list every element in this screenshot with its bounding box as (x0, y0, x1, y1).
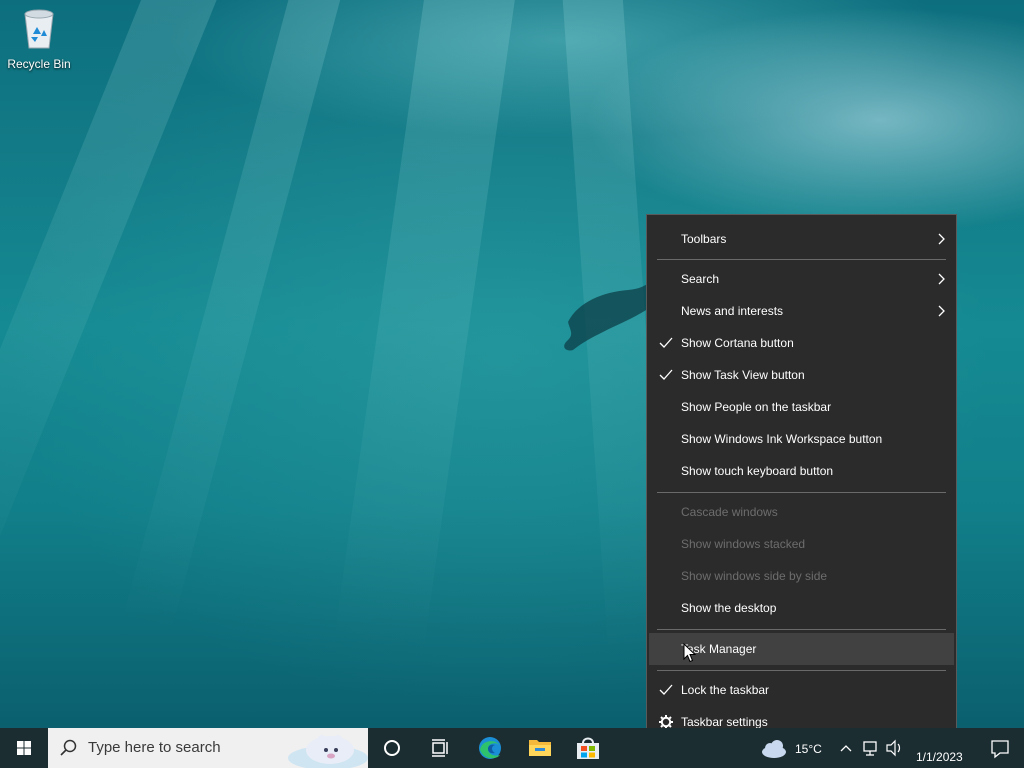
checkmark-icon (659, 684, 673, 695)
menu-item-label: Show Windows Ink Workspace button (681, 432, 883, 446)
menu-item-show-windows-stacked: Show windows stacked (649, 528, 954, 560)
edge-icon (479, 737, 501, 759)
menu-separator (657, 629, 946, 630)
menu-item-show-people[interactable]: Show People on the taskbar (649, 391, 954, 423)
speaker-icon (886, 739, 901, 757)
menu-separator (657, 259, 946, 260)
file-explorer-icon (529, 740, 551, 756)
menu-item-label: Show windows stacked (681, 537, 806, 551)
store-icon (577, 737, 599, 759)
weather-temperature[interactable]: 15°C (795, 742, 822, 756)
weather-cloud-icon (762, 740, 786, 758)
menu-item-label: Show Cortana button (681, 336, 794, 350)
chevron-right-icon (938, 305, 945, 317)
task-view-icon (432, 739, 448, 757)
show-hidden-icons-button[interactable] (836, 728, 856, 768)
start-button[interactable] (0, 728, 48, 768)
menu-item-label: Lock the taskbar (681, 683, 770, 697)
menu-item-label: News and interests (681, 304, 784, 318)
menu-item-search[interactable]: Search (649, 263, 954, 295)
menu-item-show-task-view-button[interactable]: Show Task View button (649, 359, 954, 391)
chevron-right-icon (938, 233, 945, 245)
menu-item-show-windows-ink[interactable]: Show Windows Ink Workspace button (649, 423, 954, 455)
menu-item-label: Show touch keyboard button (681, 464, 834, 478)
menu-item-label: Show the desktop (681, 601, 777, 615)
taskbar-app-file-explorer[interactable] (518, 728, 562, 768)
cortana-icon (384, 740, 400, 756)
menu-item-label: Show windows side by side (681, 569, 828, 583)
action-center-icon (991, 740, 1009, 759)
menu-item-cascade-windows: Cascade windows (649, 496, 954, 528)
taskbar-app-edge[interactable] (468, 728, 512, 768)
search-icon (60, 739, 77, 756)
cortana-button[interactable] (372, 728, 412, 768)
menu-item-label: Cascade windows (681, 505, 778, 519)
swimmer-silhouette (564, 272, 658, 351)
light-ray (316, 0, 520, 728)
taskbar-app-store[interactable] (566, 728, 610, 768)
mouse-cursor-icon (683, 643, 697, 663)
task-view-button[interactable] (420, 728, 460, 768)
menu-item-lock-the-taskbar[interactable]: Lock the taskbar (649, 674, 954, 706)
menu-item-toolbars[interactable]: Toolbars (649, 223, 954, 255)
taskbar-context-menu: Toolbars Search News and interests Show … (646, 214, 957, 746)
recycle-bin-icon (24, 9, 54, 49)
search-placeholder: Type here to search (88, 739, 221, 756)
menu-item-label: Show Task View button (681, 368, 805, 382)
desktop-icon-label: Recycle Bin (7, 57, 71, 71)
volume-button[interactable] (884, 728, 906, 768)
windows-logo-icon (17, 741, 31, 755)
network-button[interactable] (860, 728, 882, 768)
network-icon (863, 741, 877, 756)
menu-item-show-cortana-button[interactable]: Show Cortana button (649, 327, 954, 359)
weather-widget[interactable] (756, 728, 792, 768)
menu-item-label: Show People on the taskbar (681, 400, 832, 414)
menu-separator (657, 670, 946, 671)
taskbar-search-box[interactable]: Type here to search (48, 728, 368, 768)
taskbar[interactable]: Type here to search 15°C 1/1/2023 (0, 728, 1024, 768)
checkmark-icon (659, 337, 673, 348)
menu-item-news-and-interests[interactable]: News and interests (649, 295, 954, 327)
menu-item-show-windows-side-by-side: Show windows side by side (649, 560, 954, 592)
menu-item-label: Search (681, 272, 720, 286)
chevron-up-icon (840, 745, 852, 752)
menu-item-label: Toolbars (681, 232, 727, 246)
chevron-right-icon (938, 273, 945, 285)
clock-date[interactable]: 1/1/2023 (916, 750, 963, 764)
menu-item-show-the-desktop[interactable]: Show the desktop (649, 592, 954, 624)
menu-separator (657, 492, 946, 493)
action-center-button[interactable] (976, 728, 1024, 768)
desktop-icon-recycle-bin[interactable]: Recycle Bin (4, 6, 74, 76)
menu-item-show-touch-keyboard[interactable]: Show touch keyboard button (649, 455, 954, 487)
search-highlight-illustration (288, 735, 368, 768)
checkmark-icon (659, 369, 673, 380)
